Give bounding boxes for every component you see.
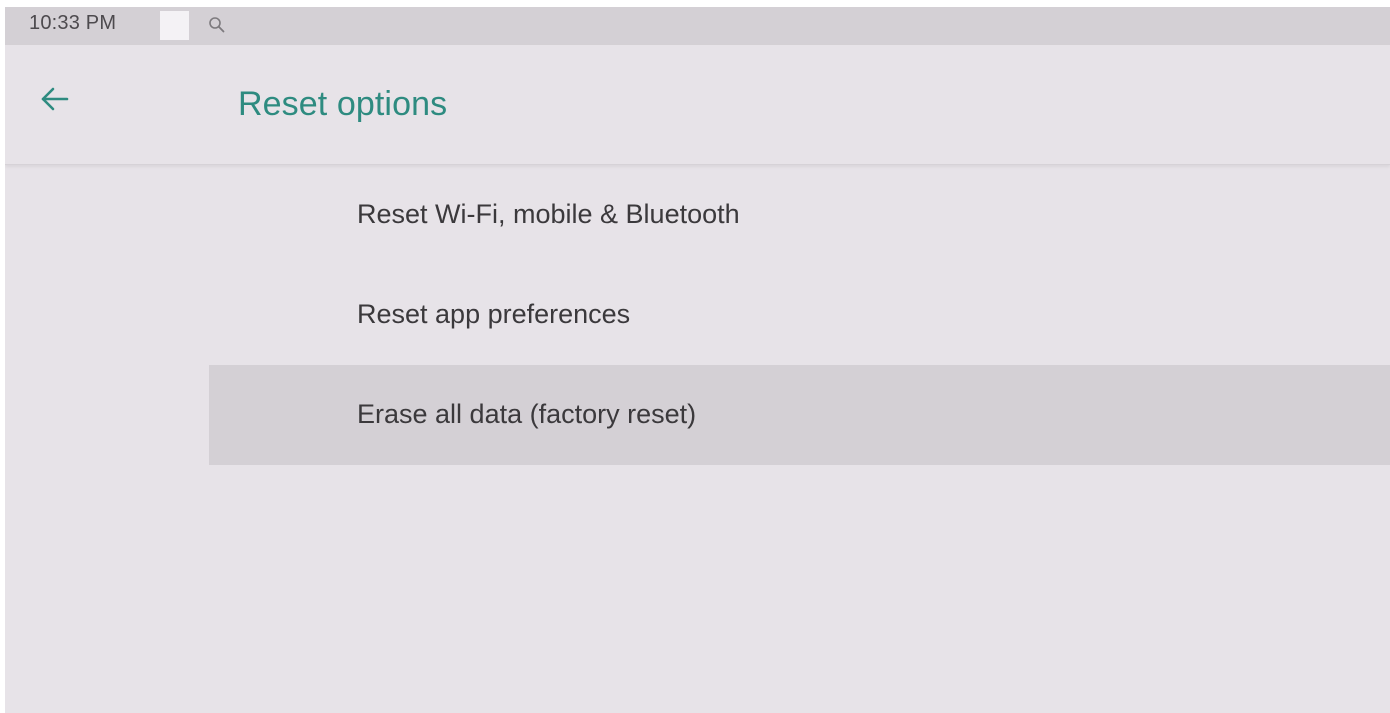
factory-reset-item[interactable]: Erase all data (factory reset) (209, 365, 1390, 465)
app-bar: Reset options (5, 45, 1390, 165)
list-item-label: Reset Wi-Fi, mobile & Bluetooth (357, 199, 740, 229)
status-bar: 10:33 PM (5, 7, 1390, 45)
status-time: 10:33 PM (29, 12, 117, 34)
list-item-label: Erase all data (factory reset) (357, 399, 697, 429)
arrow-left-icon (37, 81, 73, 122)
search-icon (207, 15, 227, 35)
settings-screen: 10:33 PM Reset options Reset Wi-Fi, mobi… (5, 7, 1390, 713)
reset-app-preferences-item[interactable]: Reset app preferences (209, 265, 1390, 365)
page-title: Reset options (238, 85, 448, 123)
reset-network-item[interactable]: Reset Wi-Fi, mobile & Bluetooth (209, 165, 1390, 265)
back-button[interactable] (27, 73, 83, 129)
notification-square-icon (160, 11, 189, 40)
list-item-label: Reset app preferences (357, 299, 631, 329)
